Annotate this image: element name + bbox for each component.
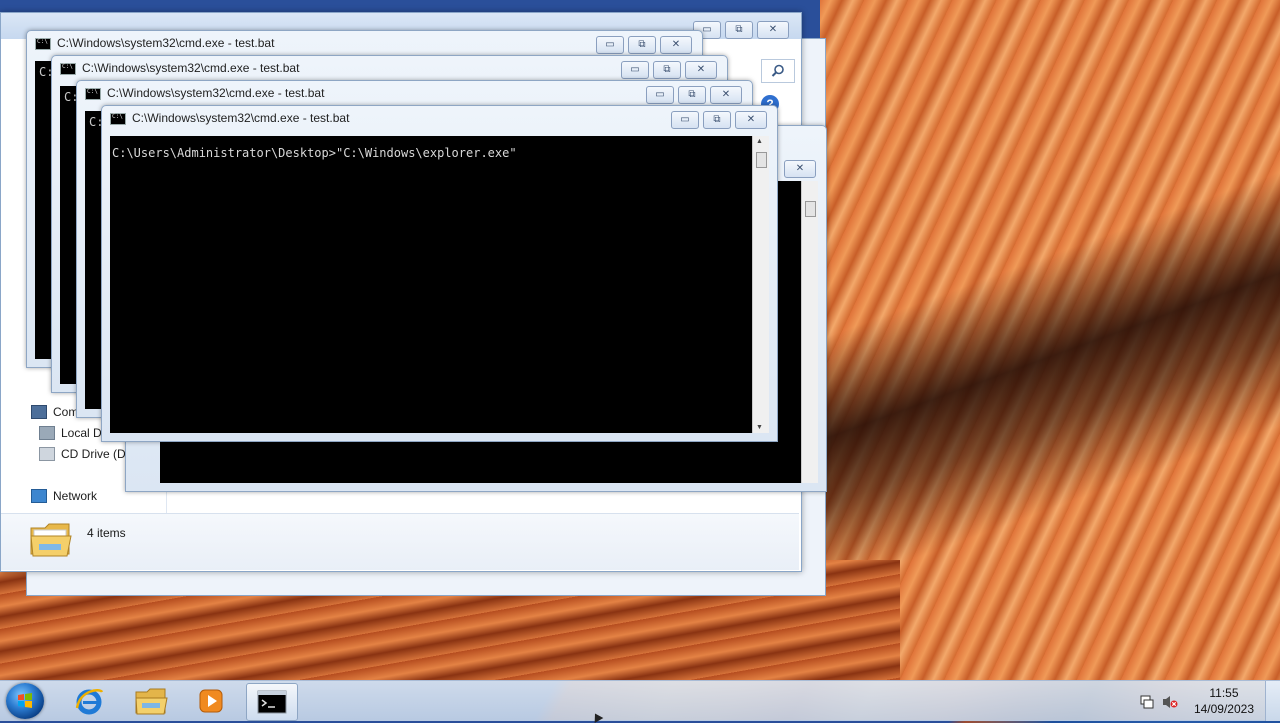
cmd-titlebar[interactable]: C:\Windows\system32\cmd.exe - test.bat ▭… xyxy=(77,81,752,105)
close-button[interactable]: ✕ xyxy=(757,21,789,39)
file-explorer-icon xyxy=(135,688,168,715)
computer-icon xyxy=(31,405,47,419)
cmd-icon xyxy=(85,88,101,100)
minimize-button[interactable]: ▭ xyxy=(596,36,624,54)
item-count: 4 items xyxy=(87,526,126,540)
local-disk-icon xyxy=(39,426,55,440)
cmd-icon xyxy=(35,38,51,50)
scrollbar-thumb[interactable] xyxy=(756,152,767,168)
start-button[interactable] xyxy=(6,683,44,719)
nav-item-local-disk[interactable]: Local Di xyxy=(39,426,104,440)
status-bar: 4 items xyxy=(1,513,799,570)
folder-icon xyxy=(30,523,72,557)
console-command-line: C:\Users\Administrator\Desktop>"C:\Windo… xyxy=(112,146,517,160)
search-button[interactable] xyxy=(761,59,795,83)
nav-item-computer[interactable]: Com xyxy=(31,405,78,419)
volume-muted-icon[interactable] xyxy=(1162,694,1178,710)
restore-button[interactable]: ⧉ xyxy=(653,61,681,79)
scroll-down-arrow-icon[interactable]: ▼ xyxy=(756,424,763,431)
nav-label: Local Di xyxy=(61,426,105,440)
cmd-icon xyxy=(110,113,126,125)
window-title: C:\Windows\system32\cmd.exe - test.bat xyxy=(57,36,275,50)
media-player-icon xyxy=(199,689,223,713)
close-button[interactable]: ✕ xyxy=(660,36,692,54)
nav-label: Network xyxy=(53,489,98,503)
close-button[interactable]: ✕ xyxy=(784,160,816,178)
taskbar-explorer-button[interactable] xyxy=(126,683,176,719)
restore-button[interactable]: ⧉ xyxy=(628,36,656,54)
cmd-titlebar[interactable]: C:\Windows\system32\cmd.exe - test.bat ▭… xyxy=(52,56,727,80)
window-title: C:\Windows\system32\cmd.exe - test.bat xyxy=(132,111,350,125)
restore-button[interactable]: ⧉ xyxy=(678,86,706,104)
nav-item-network[interactable]: Network xyxy=(31,489,97,503)
close-button[interactable]: ✕ xyxy=(710,86,742,104)
scroll-up-arrow-icon[interactable]: ▲ xyxy=(756,138,763,145)
nav-label: CD Drive (D:) xyxy=(61,447,133,461)
cmd-titlebar[interactable]: C:\Windows\system32\cmd.exe - test.bat ▭… xyxy=(102,106,777,130)
windows-logo-icon xyxy=(18,693,32,708)
system-tray: 11:55 14/09/2023 xyxy=(1120,681,1280,721)
clock-time: 11:55 xyxy=(1209,686,1239,700)
explorer-window-buttons: ▭ ⧉ ✕ xyxy=(693,21,789,39)
cmd-icon xyxy=(257,690,287,714)
minimize-button[interactable]: ▭ xyxy=(671,111,699,129)
clock[interactable]: 11:55 14/09/2023 xyxy=(1194,685,1254,717)
clock-date: 14/09/2023 xyxy=(1193,702,1254,716)
minimize-button[interactable]: ▭ xyxy=(621,61,649,79)
scrollbar-thumb[interactable] xyxy=(805,201,816,217)
internet-explorer-icon xyxy=(75,689,104,715)
action-center-icon[interactable] xyxy=(1140,695,1154,709)
show-desktop-button[interactable] xyxy=(1265,681,1280,721)
nav-label: Com xyxy=(53,405,79,419)
restore-button[interactable]: ⧉ xyxy=(703,111,731,129)
console-scrollbar[interactable]: ▲ ▼ xyxy=(752,136,769,433)
cmd-icon xyxy=(60,63,76,75)
cmd-window-active[interactable]: C:\Windows\system32\cmd.exe - test.bat ▭… xyxy=(101,105,778,442)
nav-item-cd-drive[interactable]: CD Drive (D:) xyxy=(39,447,133,461)
taskbar-ie-button[interactable] xyxy=(64,683,114,719)
taskbar-cmd-button[interactable] xyxy=(246,683,298,721)
restore-button[interactable]: ⧉ xyxy=(725,21,753,39)
window-title: C:\Windows\system32\cmd.exe - test.bat xyxy=(82,61,300,75)
taskbar: 11:55 14/09/2023 xyxy=(0,680,1280,721)
close-button[interactable]: ✕ xyxy=(685,61,717,79)
cmd-titlebar[interactable]: C:\Windows\system32\cmd.exe - test.bat ▭… xyxy=(27,31,702,55)
close-button[interactable]: ✕ xyxy=(735,111,767,129)
search-icon xyxy=(771,64,784,77)
window-title: C:\Windows\system32\cmd.exe - test.bat xyxy=(107,86,325,100)
taskbar-media-player-button[interactable] xyxy=(186,683,236,719)
console-screen[interactable]: C:\Users\Administrator\Desktop>"C:\Windo… xyxy=(110,136,753,433)
console-scrollbar[interactable] xyxy=(801,181,818,483)
network-icon xyxy=(31,489,47,503)
cd-drive-icon xyxy=(39,447,55,461)
minimize-button[interactable]: ▭ xyxy=(646,86,674,104)
